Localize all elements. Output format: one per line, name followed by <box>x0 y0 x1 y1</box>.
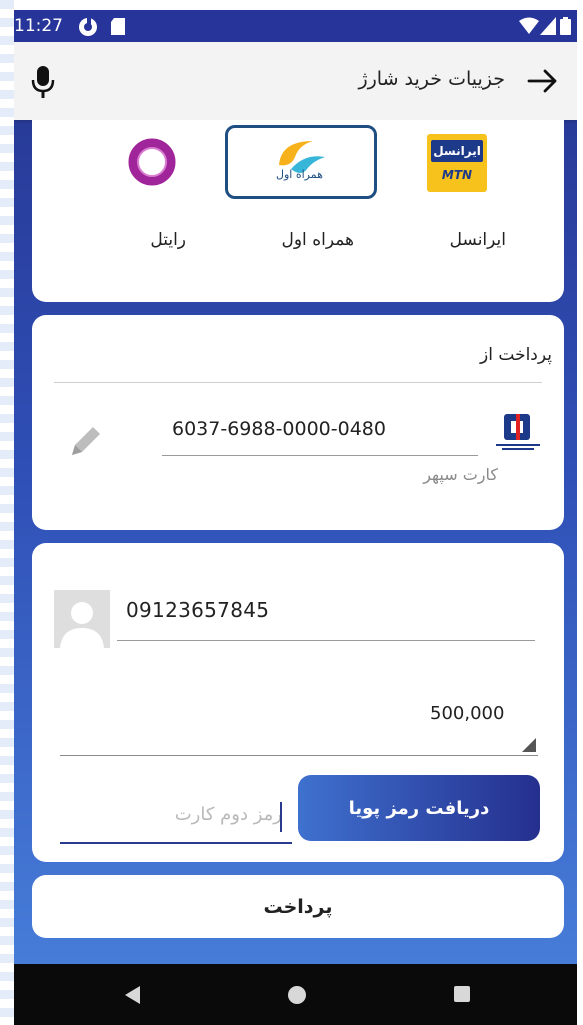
card-name: کارت سپهر <box>423 465 498 484</box>
mic-icon[interactable] <box>28 64 58 100</box>
operator-selection-card: ایرانسل MTN همراه اول ایرانسل همراه اول … <box>32 120 564 302</box>
status-time: 11:27 <box>14 16 63 36</box>
battery-icon <box>560 17 571 35</box>
operator-hamrah-aval[interactable]: همراه اول <box>225 125 377 199</box>
recipient-card: 09123657845 500,000 دریافت رمز پویا رمز … <box>32 543 564 862</box>
home-nav-icon[interactable] <box>286 984 308 1006</box>
wifi-icon <box>519 17 539 34</box>
edit-pencil-icon[interactable] <box>66 423 104 461</box>
irancell-logo: ایرانسل MTN <box>427 134 487 192</box>
phone-number-field[interactable]: 09123657845 <box>126 598 269 622</box>
bank-saderat-icon <box>496 414 540 450</box>
hamrah-aval-logo-text: همراه اول <box>276 168 323 181</box>
left-edge-strip <box>0 0 14 1025</box>
rightel-logo <box>128 138 176 186</box>
operator-irancell[interactable]: ایرانسل MTN <box>407 130 507 196</box>
contact-avatar-icon[interactable] <box>54 590 110 648</box>
irancell-label: ایرانسل <box>449 230 506 250</box>
payment-from-title: پرداخت از <box>480 345 552 365</box>
operator-rightel[interactable] <box>124 134 180 190</box>
payment-source-card: پرداخت از 6037-6988-0000-0480 کارت سپهر <box>32 315 564 530</box>
back-arrow-icon[interactable] <box>523 64 563 98</box>
phone-screen: 11:27 جزییات خرید شارژ ایرانسل MTN همراه… <box>14 10 577 1025</box>
hamrah-aval-label: همراه اول <box>281 230 355 250</box>
signal-icon <box>540 17 556 35</box>
navigation-bar <box>14 964 577 1025</box>
notification-app-icon <box>79 18 97 36</box>
second-pin-placeholder: رمز دوم کارت <box>174 804 282 825</box>
card-number: 6037-6988-0000-0480 <box>172 418 386 440</box>
irancell-logo-sub: MTN <box>441 168 473 182</box>
second-pin-field[interactable]: رمز دوم کارت <box>60 796 292 844</box>
section-divider <box>54 382 542 383</box>
amount-underline <box>60 755 538 756</box>
irancell-logo-text: ایرانسل <box>431 140 483 162</box>
amount-select[interactable]: 500,000 <box>430 703 504 724</box>
get-otp-button[interactable]: دریافت رمز پویا <box>298 775 540 841</box>
app-bar: جزییات خرید شارژ <box>14 42 577 120</box>
rightel-label: رایتل <box>150 230 186 250</box>
sd-card-icon <box>111 18 125 35</box>
text-caret <box>280 802 282 832</box>
recents-nav-icon[interactable] <box>452 984 472 1004</box>
card-number-underline <box>162 455 478 456</box>
pay-card: پرداخت <box>32 875 564 938</box>
phone-underline <box>117 640 535 641</box>
back-nav-icon[interactable] <box>122 984 142 1006</box>
status-bar: 11:27 <box>14 10 577 42</box>
page-title: جزییات خرید شارژ <box>358 68 505 90</box>
pay-button[interactable]: پرداخت <box>32 875 564 938</box>
dropdown-triangle-icon[interactable] <box>522 738 536 752</box>
